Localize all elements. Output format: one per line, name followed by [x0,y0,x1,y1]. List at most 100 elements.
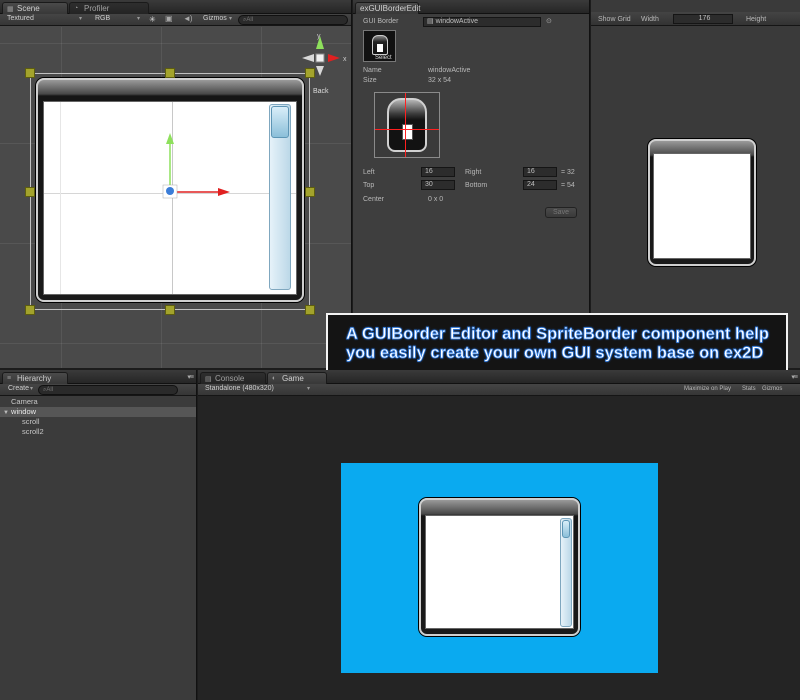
gui-border-label: GUI Border [363,18,399,25]
scene-guide-v [60,102,61,294]
save-button[interactable]: Save [545,207,577,218]
profiler-icon: ◔ [74,5,79,12]
resize-handle-top-left[interactable] [25,68,35,78]
y-axis-arrow-icon[interactable] [166,133,174,144]
scene-search-input[interactable]: ⌕All [238,15,348,25]
left-field[interactable]: 16 [421,167,455,177]
tab-console[interactable]: ▤ Console [200,372,266,384]
resize-handle-bottom-left[interactable] [25,305,35,315]
tab-console-label: Console [215,374,245,383]
scene-tabbar: ▦ Scene ◔ Profiler [0,0,351,14]
maximize-on-play-toggle[interactable]: Maximize on Play [684,386,731,392]
scene-scrollbar-thumb[interactable] [271,106,289,138]
gizmo-center-cube [315,53,325,63]
game-toolbar: Standalone (480x320) Maximize on Play St… [198,384,800,396]
asset-file-icon: ▤ [427,18,434,25]
game-scrollbar-thumb[interactable] [562,520,570,538]
game-icon: ◐ [272,375,277,382]
hierarchy-panel-menu-icon[interactable]: ▾≡ [187,373,194,381]
width-label: Width [641,16,659,23]
tab-scene-label: Scene [17,4,40,13]
object-picker-icon[interactable]: ⊙ [546,17,552,25]
thumbnail-inner-icon [377,44,383,52]
expand-arrow-icon[interactable]: ▼ [3,410,9,416]
hierarchy-item-window-label: window [11,407,37,416]
audio-toggle-icon[interactable]: ◄) [183,14,193,23]
size-label: Size [363,77,377,84]
hierarchy-item-camera-label: Camera [11,397,38,406]
size-value: 32 x 54 [428,77,451,84]
tab-gui-border-editor[interactable]: exGUIBorderEdit [355,2,421,14]
game-gizmos-toggle[interactable]: Gizmos [762,386,782,392]
gizmo-neg-y-cone-icon [316,66,324,76]
name-value: windowActive [428,67,471,74]
game-tabbar: ▤ Console ◐ Game ▾≡ [198,370,800,384]
resize-handle-left[interactable] [25,187,35,197]
image-toggle-icon[interactable]: ▣ [165,14,173,23]
resize-handle-top[interactable] [165,68,175,78]
stats-toggle[interactable]: Stats [742,386,756,392]
tab-hierarchy[interactable]: ≡ Hierarchy [2,372,68,384]
tab-game[interactable]: ◐ Game [267,372,327,384]
scene-toolbar: Textured RGB ✳ ▣ ◄) Gizmos ⌕All [0,14,351,26]
name-label: Name [363,67,382,74]
x-axis-arrow-icon[interactable] [218,188,230,196]
resize-handle-bottom[interactable] [165,305,175,315]
gui-border-asset-name: windowActive [435,18,478,25]
resize-handle-right[interactable] [305,187,315,197]
select-label[interactable]: Select [375,55,392,61]
top-field[interactable]: 30 [421,180,455,190]
right-label: Right [465,169,482,176]
game-scrollbar[interactable] [560,518,572,627]
left-label: Left [363,169,375,176]
center-label: Center [363,196,385,203]
tab-profiler[interactable]: ◔ Profiler [69,2,149,14]
right-field[interactable]: 16 [523,167,557,177]
orientation-gizmo[interactable]: y x [300,32,352,84]
channel-dropdown[interactable]: RGB [92,15,142,25]
game-panel-menu-icon[interactable]: ▾≡ [791,373,798,381]
gizmos-dropdown[interactable]: Gizmos [200,15,234,25]
gizmo-neg-x-cone-icon [302,54,314,62]
bottom-field[interactable]: 24 [523,180,557,190]
hierarchy-item-window[interactable]: ▼ window [0,407,196,417]
asset-thumbnail[interactable]: Select [363,30,396,62]
border-preview-box[interactable] [374,92,440,158]
tab-scene[interactable]: ▦ Scene [2,2,68,14]
resize-handle-bottom-right[interactable] [305,305,315,315]
gui-border-object-field[interactable]: ▤ windowActive [423,17,541,27]
hierarchy-panel: ≡ Hierarchy ▾≡ Create ⌕All Camera ▼ wind… [0,370,197,700]
move-gizmo[interactable] [158,130,238,202]
hierarchy-tree: Camera ▼ window scroll scroll2 [0,397,196,437]
game-viewport[interactable] [341,463,658,673]
create-dropdown[interactable]: Create [5,385,35,395]
game-panel: ▤ Console ◐ Game ▾≡ Standalone (480x320)… [198,370,800,700]
top-label: Top [363,182,375,189]
hierarchy-item-scroll2[interactable]: scroll2 [0,427,196,437]
scene-scrollbar[interactable] [269,104,291,290]
preview-window [648,139,756,266]
lighting-toggle-icon[interactable]: ✳ [149,15,156,24]
tab-profiler-label: Profiler [84,4,110,13]
show-grid-toggle[interactable]: Show Grid [598,16,631,23]
tab-gui-border-editor-label: exGUIBorderEdit [360,4,421,13]
hierarchy-item-camera[interactable]: Camera [0,397,196,407]
center-value: 0 x 0 [428,196,444,203]
scene-panel: ▦ Scene ◔ Profiler Textured RGB ✳ ▣ ◄) G… [0,0,352,368]
hierarchy-item-scroll[interactable]: scroll [0,417,196,427]
hierarchy-item-scroll2-label: scroll2 [22,427,44,436]
game-window-sprite [419,498,580,636]
height-label: Height [746,16,767,23]
width-field[interactable]: 176 [673,14,733,24]
editor-tabbar: exGUIBorderEdit [353,0,589,14]
scene-icon: ▦ [7,6,14,13]
game-window-client [425,515,574,629]
hierarchy-search-input[interactable]: ⌕All [38,385,178,395]
render-mode-dropdown[interactable]: Textured [4,15,84,25]
resolution-dropdown[interactable]: Standalone (480x320) [202,385,312,395]
hierarchy-icon: ≡ [7,375,12,382]
guide-left-line [405,93,406,157]
preview-window-client [653,153,751,259]
vertical-total: = 54 [561,182,575,189]
gizmo-x-label: x [343,56,347,63]
